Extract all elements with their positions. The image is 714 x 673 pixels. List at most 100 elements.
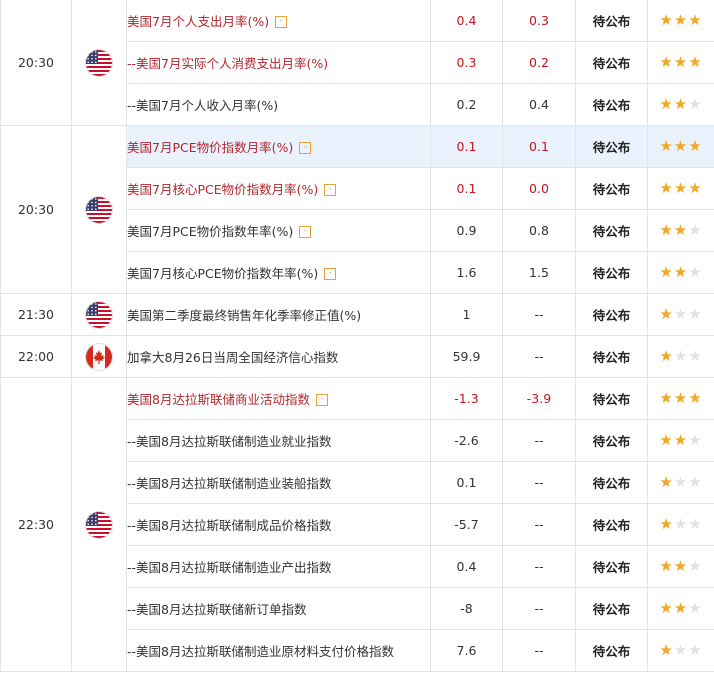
star-rating: ★★★ [659,181,702,196]
expand-toggle-icon[interactable]: - [315,393,328,406]
indicator-name-cell[interactable]: --美国7月个人收入月率(%) [126,83,431,126]
indicator-name[interactable]: --美国8月达拉斯联储制造业原材料支付价格指数 [128,644,394,659]
importance-rating: ★★★ [647,0,714,42]
expand-toggle-icon[interactable]: - [299,225,312,238]
previous-value: -8 [430,587,503,630]
actual-value: 待公布 [575,503,648,546]
forecast-value: -- [502,335,576,378]
indicator-name[interactable]: --美国7月实际个人消费支出月率(%) [128,56,329,71]
event-row[interactable]: 22:30 美国8月达拉斯联储商业活动指数 - -1.3 -3.9 待公布 ★★★ [0,377,714,672]
indicator-name-cell[interactable]: --美国8月达拉斯联储制造业原材料支付价格指数 [126,629,431,672]
previous-value: 0.2 [430,83,503,126]
star-filled-icon: ★ [673,557,689,575]
star-empty-icon: ★ [688,347,703,365]
indicator-name[interactable]: 美国7月PCE物价指数年率(%) [128,224,294,239]
forecast-value: -- [502,461,576,504]
star-empty-icon: ★ [673,473,689,491]
previous-value: -1.3 [430,377,503,420]
forecast-value: -- [502,545,576,588]
star-filled-icon: ★ [673,221,689,239]
star-rating: ★★★ [659,643,702,658]
importance-rating: ★★★ [647,251,714,294]
expand-toggle-icon[interactable]: - [299,141,312,154]
indicator-name[interactable]: 美国8月达拉斯联储商业活动指数 [128,392,310,407]
country-flag-cell [71,335,127,378]
forecast-value: -3.9 [502,377,576,420]
event-row[interactable]: 20:30 美国7月个人支出月率(%) -0.4 0.3 待公布 ★★★ [0,0,714,126]
release-time: 20:30 [0,0,72,126]
actual-value: 待公布 [575,251,648,294]
event-row[interactable]: 22:00 加拿大8月26日当周全国经济信心指数 59.9 -- 待公布 ★★★ [0,335,714,378]
expand-toggle-icon[interactable]: - [275,15,288,28]
indicator-name-cell[interactable]: --美国8月达拉斯联储制造业装船指数 [126,461,431,504]
event-row[interactable]: 21:30 美国第二季度最终销售年化季率修正值(%) 1 -- 待公布 ★★★ [0,293,714,336]
actual-value: 待公布 [575,377,648,420]
indicator-name[interactable]: 美国7月PCE物价指数月率(%) [128,140,294,155]
indicator-name[interactable]: --美国8月达拉斯联储制成品价格指数 [128,518,332,533]
star-empty-icon: ★ [688,473,703,491]
indicator-name-cell[interactable]: 美国7月个人支出月率(%) - [126,0,431,42]
indicator-name[interactable]: 美国7月核心PCE物价指数月率(%) [128,182,319,197]
star-filled-icon: ★ [659,347,674,365]
importance-rating: ★★★ [647,167,714,210]
indicator-name[interactable]: 美国7月个人支出月率(%) [128,14,270,29]
event-row[interactable]: 20:30 美国7月PCE物价指数月率(%) -0.1 0.1 待公布 ★★★ [0,125,714,294]
indicator-name[interactable]: --美国8月达拉斯联储制造业产出指数 [128,560,332,575]
indicator-name[interactable]: --美国8月达拉斯联储制造业就业指数 [128,434,332,449]
importance-rating: ★★★ [647,41,714,84]
star-filled-icon: ★ [673,137,689,155]
importance-rating: ★★★ [647,419,714,462]
indicator-name[interactable]: --美国8月达拉斯联储新订单指数 [128,602,307,617]
star-filled-icon: ★ [673,11,689,29]
star-rating: ★★★ [659,601,702,616]
expand-toggle-icon[interactable]: - [324,183,337,196]
importance-rating: ★★★ [647,83,714,126]
indicator-name[interactable]: 加拿大8月26日当周全国经济信心指数 [128,350,339,365]
star-rating: ★★★ [659,97,702,112]
actual-value: 待公布 [575,83,648,126]
indicator-name[interactable]: --美国7月个人收入月率(%) [128,98,279,113]
indicator-name-cell[interactable]: 美国7月核心PCE物价指数年率(%) - [126,251,431,294]
actual-value: 待公布 [575,335,648,378]
indicator-name-cell[interactable]: 美国7月PCE物价指数年率(%) - [126,209,431,252]
star-empty-icon: ★ [688,221,703,239]
release-time: 22:00 [0,335,72,378]
star-filled-icon: ★ [659,599,674,617]
forecast-value: 0.3 [502,0,576,42]
star-rating: ★★★ [659,391,702,406]
indicator-name-cell[interactable]: --美国7月实际个人消费支出月率(%) [126,41,431,84]
indicator-name-cell[interactable]: 美国第二季度最终销售年化季率修正值(%) [126,293,431,336]
previous-value: 0.1 [430,461,503,504]
indicator-name-cell[interactable]: --美国8月达拉斯联储制造业就业指数 [126,419,431,462]
star-empty-icon: ★ [673,305,689,323]
indicator-name[interactable]: 美国第二季度最终销售年化季率修正值(%) [128,308,362,323]
star-filled-icon: ★ [688,179,703,197]
indicator-name-cell[interactable]: --美国8月达拉斯联储新订单指数 [126,587,431,630]
indicator-name[interactable]: 美国7月核心PCE物价指数年率(%) [128,266,319,281]
indicator-name-cell[interactable]: 美国8月达拉斯联储商业活动指数 - [126,377,431,420]
forecast-value: -- [502,419,576,462]
indicator-name-cell[interactable]: 加拿大8月26日当周全国经济信心指数 [126,335,431,378]
indicator-name-cell[interactable]: --美国8月达拉斯联储制成品价格指数 [126,503,431,546]
previous-value: -5.7 [430,503,503,546]
star-filled-icon: ★ [659,515,674,533]
star-rating: ★★★ [659,13,702,28]
previous-value: 0.1 [430,125,503,168]
forecast-value: -- [502,503,576,546]
forecast-value: 1.5 [502,251,576,294]
actual-value: 待公布 [575,125,648,168]
star-filled-icon: ★ [659,305,674,323]
expand-toggle-icon[interactable]: - [324,267,337,280]
star-empty-icon: ★ [673,515,689,533]
forecast-value: 0.4 [502,83,576,126]
star-rating: ★★★ [659,55,702,70]
star-filled-icon: ★ [659,95,674,113]
star-rating: ★★★ [659,517,702,532]
indicator-name-cell[interactable]: 美国7月PCE物价指数月率(%) - [126,125,431,168]
actual-value: 待公布 [575,41,648,84]
star-filled-icon: ★ [673,263,689,281]
indicator-name[interactable]: --美国8月达拉斯联储制造业装船指数 [128,476,332,491]
indicator-name-cell[interactable]: --美国8月达拉斯联储制造业产出指数 [126,545,431,588]
importance-rating: ★★★ [647,209,714,252]
indicator-name-cell[interactable]: 美国7月核心PCE物价指数月率(%) - [126,167,431,210]
